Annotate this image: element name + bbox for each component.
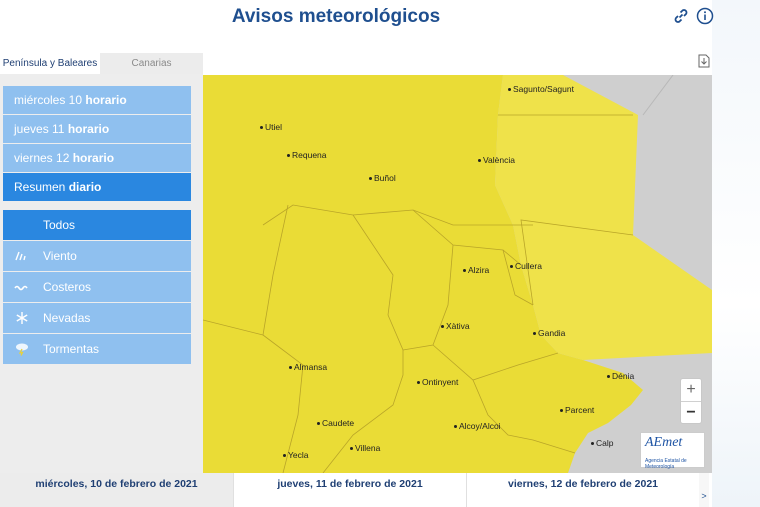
map-town-label: Requena — [287, 150, 327, 160]
date-tabs: miércoles, 10 de febrero de 2021 jueves,… — [0, 473, 712, 507]
warning-type-list: Todos Viento Costeros Nevadas Tormentas — [3, 210, 191, 365]
type-item-nevadas[interactable]: Nevadas — [3, 303, 191, 333]
day-item-mode: horario — [72, 151, 115, 165]
day-item-viernes[interactable]: viernes 12 horario — [3, 144, 191, 172]
waves-icon — [14, 285, 28, 291]
type-item-label: Costeros — [43, 280, 92, 294]
type-item-label: Viento — [43, 249, 77, 263]
link-icon[interactable] — [671, 6, 691, 26]
wind-icon — [15, 251, 26, 261]
map-town-label: Utiel — [260, 122, 282, 132]
map-town-label: Alzira — [463, 265, 489, 275]
date-tab-jueves[interactable]: jueves, 11 de febrero de 2021 — [233, 473, 466, 507]
tab-peninsula-baleares[interactable]: Península y Baleares — [0, 53, 100, 74]
page-title: Avisos meteorológicos — [231, 6, 441, 27]
map-town-label: Caudete — [317, 418, 354, 428]
map-town-label: Gandia — [533, 328, 565, 338]
map-town-label: Buñol — [369, 173, 396, 183]
logo-subtitle: Agencia Estatal de Meteorología — [645, 458, 687, 470]
day-item-resumen[interactable]: Resumen diario — [3, 173, 191, 201]
map-town-label: Ontinyent — [417, 377, 458, 387]
type-item-label: Tormentas — [43, 342, 100, 356]
snowflake-icon — [16, 312, 28, 324]
map-town-label: Villena — [350, 443, 380, 453]
region-tabs: Península y Baleares Canarias — [0, 53, 203, 74]
decorative-side-strip — [712, 0, 760, 507]
type-item-costeros[interactable]: Costeros — [3, 272, 191, 302]
download-icon[interactable] — [698, 54, 710, 68]
tab-canarias[interactable]: Canarias — [100, 53, 203, 74]
type-item-todos[interactable]: Todos — [3, 210, 191, 240]
day-item-label: jueves 11 — [14, 122, 65, 136]
map-town-label: Cullera — [510, 261, 542, 271]
aemet-logo[interactable]: AEmet Agencia Estatal de Meteorología — [640, 432, 705, 470]
zoom-in-button[interactable]: + — [681, 379, 701, 401]
map-town-label: Dénia — [607, 371, 634, 381]
day-item-mode: horario — [67, 122, 110, 136]
map-town-label: València — [478, 155, 515, 165]
warnings-map[interactable]: Sagunto/Sagunt Utiel Requena Buñol Valèn… — [203, 75, 712, 473]
day-item-mode: horario — [85, 93, 127, 107]
map-town-label: Parcent — [560, 405, 594, 415]
date-tab-miercoles[interactable]: miércoles, 10 de febrero de 2021 — [0, 473, 233, 507]
day-item-jueves[interactable]: jueves 11 horario — [3, 115, 191, 143]
map-town-label: Calp — [591, 438, 613, 448]
day-item-miercoles[interactable]: miércoles 10 horario — [3, 86, 191, 114]
map-canvas — [203, 75, 712, 473]
left-panel: Península y Baleares Canarias miércoles … — [0, 53, 203, 473]
type-item-tormentas[interactable]: Tormentas — [3, 334, 191, 364]
day-item-label: viernes 12 — [14, 151, 70, 165]
date-tab-viernes[interactable]: viernes, 12 de febrero de 2021 — [466, 473, 699, 507]
map-town-label: Xàtiva — [441, 321, 470, 331]
map-town-label: Sagunto/Sagunt — [508, 84, 574, 94]
zoom-control: + − — [680, 378, 702, 424]
day-item-label: Resumen — [14, 180, 66, 194]
logo-text: AEmet — [645, 435, 683, 450]
header-actions — [671, 6, 715, 26]
map-town-label: Almansa — [289, 362, 327, 372]
info-icon[interactable] — [695, 6, 715, 26]
day-list: miércoles 10 horario jueves 11 horario v… — [3, 86, 191, 202]
day-item-label: miércoles 10 — [14, 93, 83, 107]
type-item-label: Todos — [43, 218, 76, 232]
type-item-viento[interactable]: Viento — [3, 241, 191, 271]
day-item-mode: diario — [68, 180, 102, 194]
map-town-label: Yecla — [283, 450, 308, 460]
zoom-out-button[interactable]: − — [681, 401, 701, 423]
type-item-label: Nevadas — [43, 311, 91, 325]
map-town-label: Alcoy/Alcoi — [454, 421, 501, 431]
storm-icon — [16, 343, 28, 356]
next-dates-button[interactable]: > — [699, 473, 709, 507]
